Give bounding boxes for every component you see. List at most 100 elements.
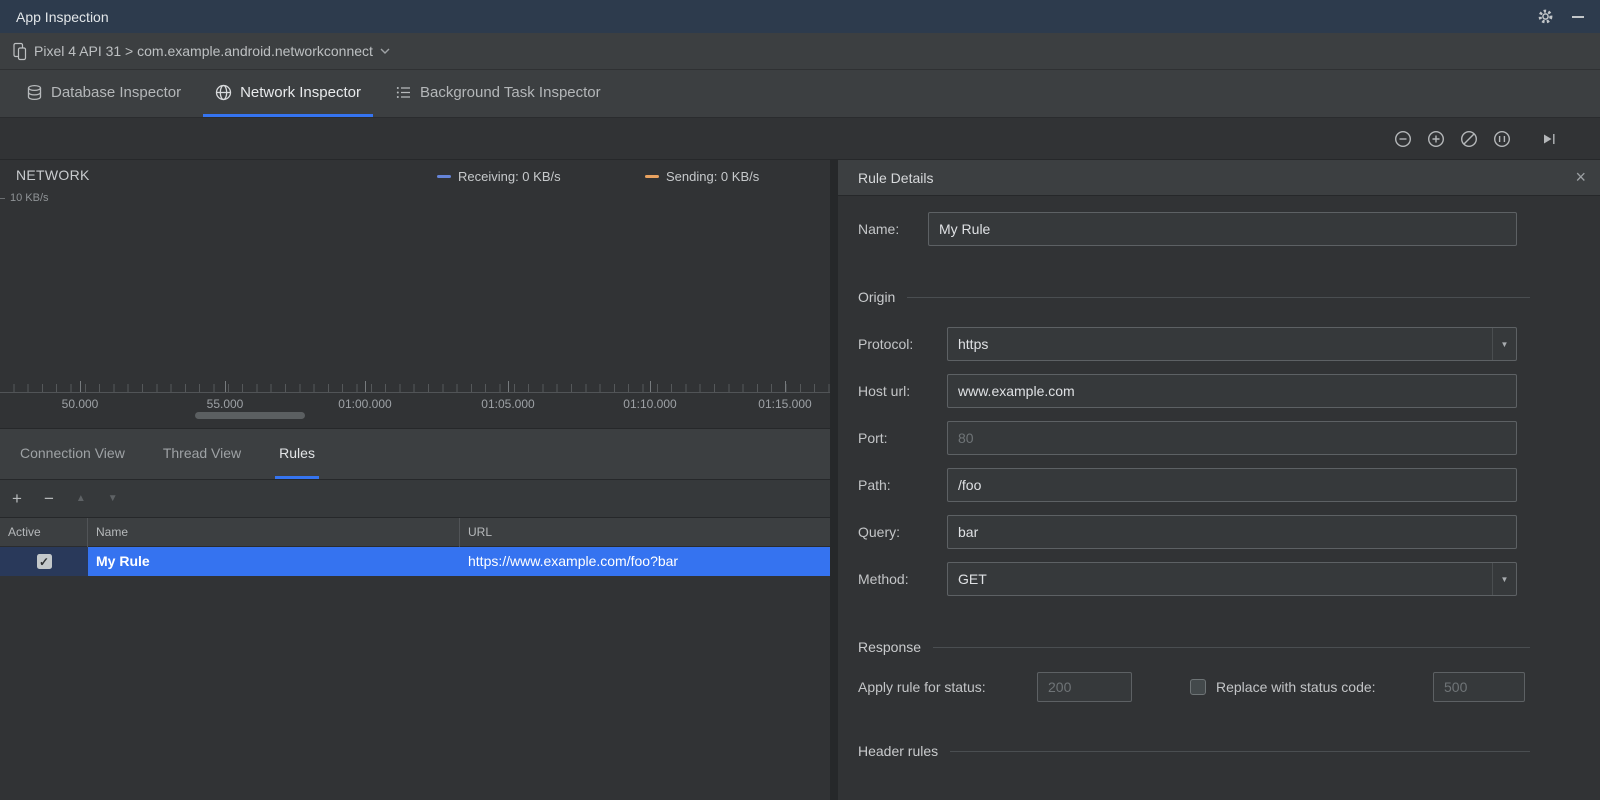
- panel-title: Rule Details: [858, 170, 934, 186]
- method-value: GET: [958, 571, 987, 587]
- device-process-label: Pixel 4 API 31 > com.example.android.net…: [34, 43, 373, 59]
- tab-label: Thread View: [162, 444, 242, 461]
- host-url-label: Host url:: [858, 383, 911, 399]
- section-divider: [907, 296, 1530, 298]
- timeline-minor-ticks: [0, 384, 830, 392]
- x-tick-label: 01:00.000: [338, 397, 392, 411]
- major-tick: [785, 381, 786, 392]
- origin-section-title: Origin: [858, 289, 896, 305]
- dropdown-arrow-icon: ▼: [1492, 328, 1516, 360]
- view-tabs: Connection View Thread View Rules: [0, 428, 830, 480]
- zoom-to-selection-icon[interactable]: [1493, 130, 1511, 148]
- x-tick-label: 55.000: [206, 397, 244, 411]
- tab-rules[interactable]: Rules: [275, 429, 319, 479]
- rule-url-cell: https://www.example.com/foo?bar: [460, 547, 830, 576]
- app-inspection-window: App Inspection Pixel 4 API 31 > com.exam…: [0, 0, 1600, 800]
- rules-toolbar: + − ▲ ▼: [0, 480, 830, 518]
- method-label: Method:: [858, 571, 909, 587]
- title-bar: App Inspection: [0, 0, 1600, 33]
- sending-legend-label: Sending: 0 KB/s: [666, 169, 760, 184]
- zoom-out-icon[interactable]: [1394, 130, 1412, 148]
- y-axis-tick: [0, 198, 5, 199]
- header-rules-section: Header rules: [858, 741, 1530, 761]
- apply-status-label: Apply rule for status:: [858, 679, 986, 695]
- path-label: Path:: [858, 477, 891, 493]
- task-list-icon: [395, 84, 412, 101]
- rule-details-panel: Rule Details × Name: Origin Protocol: ht…: [838, 160, 1600, 800]
- device-process-selector[interactable]: Pixel 4 API 31 > com.example.android.net…: [12, 42, 390, 61]
- table-row[interactable]: My Rule https://www.example.com/foo?bar: [0, 547, 830, 576]
- x-tick-label: 01:10.000: [623, 397, 677, 411]
- protocol-label: Protocol:: [858, 336, 914, 352]
- replace-status-checkbox[interactable]: [1190, 679, 1206, 695]
- column-header-active: Active: [0, 518, 88, 547]
- tab-connection-view[interactable]: Connection View: [16, 429, 129, 479]
- chevron-down-icon: [380, 48, 390, 54]
- method-dropdown[interactable]: GET ▼: [947, 562, 1517, 596]
- query-label: Query:: [858, 524, 901, 540]
- device-bar: Pixel 4 API 31 > com.example.android.net…: [0, 33, 1600, 70]
- x-tick-label: 01:15.000: [758, 397, 812, 411]
- header-rules-section-title: Header rules: [858, 743, 939, 759]
- rule-details-header: Rule Details ×: [838, 160, 1600, 196]
- timeline-toolbar: [0, 118, 1600, 160]
- inspector-tabs: Database Inspector Network Inspector Bac…: [0, 70, 1600, 118]
- rule-name-cell: My Rule: [88, 547, 460, 576]
- section-divider: [950, 750, 1530, 752]
- path-input[interactable]: [947, 468, 1517, 502]
- major-tick: [225, 381, 226, 392]
- device-phone-icon: [12, 42, 27, 61]
- dropdown-arrow-icon: ▼: [1492, 563, 1516, 595]
- legend-sending: Sending: 0 KB/s: [645, 169, 759, 184]
- protocol-dropdown[interactable]: https ▼: [947, 327, 1517, 361]
- timeline-scrollbar-thumb[interactable]: [195, 412, 305, 419]
- remove-rule-icon[interactable]: −: [44, 490, 54, 507]
- tab-network-inspector[interactable]: Network Inspector: [203, 70, 373, 117]
- globe-icon: [215, 84, 232, 101]
- tab-database-inspector[interactable]: Database Inspector: [14, 70, 193, 117]
- database-icon: [26, 84, 43, 101]
- rule-active-checkbox[interactable]: [36, 554, 52, 569]
- receiving-legend-swatch: [437, 174, 451, 179]
- port-label: Port:: [858, 430, 888, 446]
- window-title: App Inspection: [16, 8, 109, 25]
- tab-label: Rules: [279, 444, 315, 461]
- timeline-axis: [0, 392, 830, 393]
- sending-legend-swatch: [645, 174, 659, 179]
- query-input[interactable]: [947, 515, 1517, 549]
- move-up-icon[interactable]: ▲: [76, 493, 86, 504]
- tab-label: Connection View: [20, 444, 125, 461]
- y-axis-label: 10 KB/s: [10, 192, 49, 204]
- origin-section: Origin: [858, 287, 1530, 307]
- column-header-url: URL: [468, 525, 493, 539]
- panel-divider[interactable]: [830, 160, 838, 800]
- jump-to-live-icon[interactable]: [1540, 130, 1558, 148]
- rule-active-cell: [0, 547, 88, 576]
- x-tick-label: 50.000: [61, 397, 99, 411]
- legend-receiving: Receiving: 0 KB/s: [437, 169, 561, 184]
- replace-status-input[interactable]: [1433, 672, 1525, 702]
- close-icon[interactable]: ×: [1575, 160, 1586, 194]
- name-input[interactable]: [928, 212, 1517, 246]
- minimize-icon[interactable]: [1572, 15, 1584, 18]
- move-down-icon[interactable]: ▼: [108, 493, 118, 504]
- tab-thread-view[interactable]: Thread View: [159, 429, 245, 479]
- host-url-input[interactable]: [947, 374, 1517, 408]
- major-tick: [365, 381, 366, 392]
- section-divider: [933, 646, 1530, 648]
- rules-table-header: Active Name URL: [0, 518, 830, 547]
- response-section-title: Response: [858, 639, 922, 655]
- zoom-in-icon[interactable]: [1427, 130, 1445, 148]
- tab-background-task-inspector[interactable]: Background Task Inspector: [383, 70, 613, 117]
- add-rule-icon[interactable]: +: [12, 490, 22, 507]
- response-section: Response: [858, 637, 1530, 657]
- network-panel: NETWORK Receiving: 0 KB/s Sending: 0 KB/…: [0, 160, 830, 800]
- major-tick: [80, 381, 81, 392]
- port-input[interactable]: [947, 421, 1517, 455]
- apply-status-input[interactable]: [1037, 672, 1132, 702]
- major-tick: [650, 381, 651, 392]
- settings-gear-icon[interactable]: [1537, 8, 1554, 25]
- main-content: NETWORK Receiving: 0 KB/s Sending: 0 KB/…: [0, 160, 1600, 800]
- reset-zoom-icon[interactable]: [1460, 130, 1478, 148]
- name-label: Name:: [858, 221, 900, 237]
